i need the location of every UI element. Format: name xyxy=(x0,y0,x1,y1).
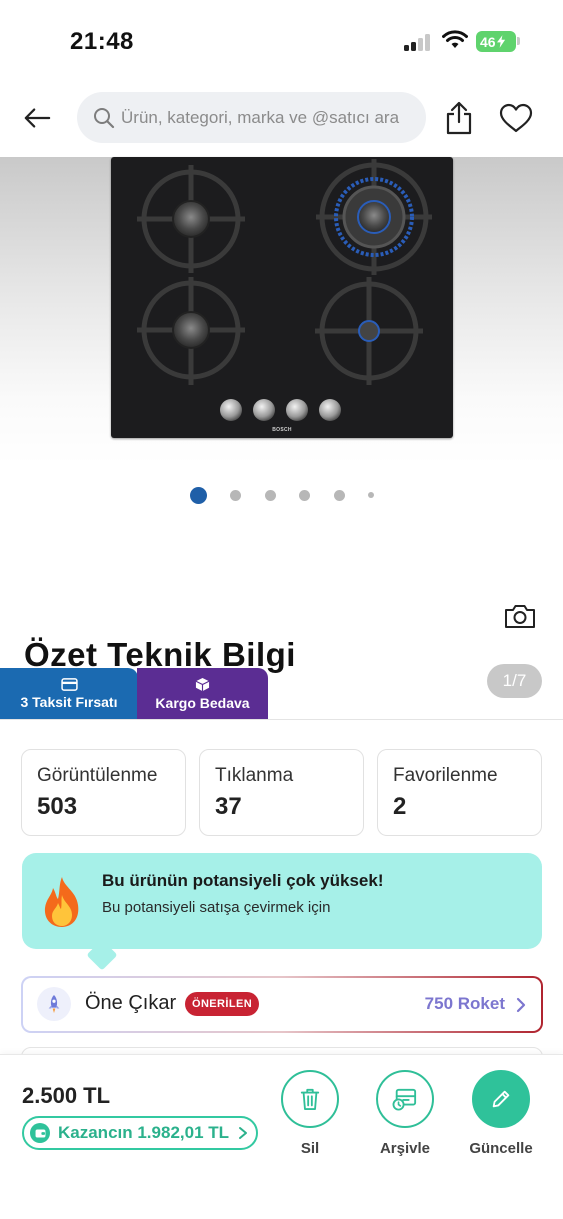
price: 2.500 TL xyxy=(22,1083,111,1108)
carousel-dots xyxy=(0,487,563,504)
delete-button[interactable]: Sil xyxy=(270,1070,350,1157)
free-shipping-label: Kargo Bedava xyxy=(155,694,250,711)
arrow-left-icon xyxy=(24,108,51,128)
stat-card-favorites: Favorilenme 2 xyxy=(377,749,542,836)
promote-button[interactable]: Öne Çıkar ÖNERİLEN 750 Roket xyxy=(21,976,543,1033)
share-icon xyxy=(446,101,472,135)
bottom-action-bar: 2.500 TL Kazancın 1.982,01 TL Sil Arşivl… xyxy=(0,1054,563,1219)
carousel-dot[interactable] xyxy=(334,490,345,501)
stat-card-clicks: Tıklanma 37 xyxy=(199,749,364,836)
installment-badge: 3 Taksit Fırsatı xyxy=(0,668,138,719)
archive-icon xyxy=(376,1070,434,1128)
carousel-dot[interactable] xyxy=(368,492,374,498)
search-bar[interactable] xyxy=(77,92,426,143)
carousel-dot[interactable] xyxy=(299,490,310,501)
pencil-icon xyxy=(472,1070,530,1128)
trash-icon xyxy=(281,1070,339,1128)
box-icon xyxy=(195,677,210,691)
product-image: BOSCH xyxy=(111,157,453,438)
earnings-label: Kazancın 1.982,01 TL xyxy=(58,1123,230,1142)
earnings-button[interactable]: Kazancın 1.982,01 TL xyxy=(22,1116,258,1150)
cellular-signal-icon xyxy=(404,33,434,51)
delete-label: Sil xyxy=(300,1140,320,1157)
camera-icon xyxy=(505,605,535,628)
chevron-right-icon xyxy=(239,1127,247,1139)
archive-label: Arşivle xyxy=(379,1140,431,1157)
rocket-icon xyxy=(37,987,71,1021)
archive-button[interactable]: Arşivle xyxy=(365,1070,445,1157)
stat-value: 37 xyxy=(215,793,242,820)
search-icon xyxy=(94,107,115,128)
camera-button[interactable] xyxy=(503,602,537,630)
carousel-dot[interactable] xyxy=(265,490,276,501)
status-bar: 21:48 46 xyxy=(0,0,563,80)
potential-banner: Bu ürünün potansiyeli çok yüksek! Bu pot… xyxy=(22,853,542,949)
fire-icon xyxy=(44,877,79,927)
heart-icon xyxy=(499,103,533,133)
installment-label: 3 Taksit Fırsatı xyxy=(20,693,118,710)
favorite-button[interactable] xyxy=(496,98,536,138)
search-input[interactable] xyxy=(121,107,421,128)
stat-value: 503 xyxy=(37,793,78,820)
wifi-icon xyxy=(442,30,468,50)
update-label: Güncelle xyxy=(469,1140,533,1157)
credit-card-icon xyxy=(60,677,78,691)
charging-bolt-icon xyxy=(496,35,505,48)
stat-value: 2 xyxy=(393,793,407,820)
brand-logo: BOSCH xyxy=(272,427,292,433)
roket-amount: 750 Roket xyxy=(424,994,505,1013)
banner-subtitle: Bu potansiyeli satışa çevirmek için xyxy=(102,899,331,916)
update-button[interactable]: Güncelle xyxy=(461,1070,541,1157)
gas-cooktop-illustration xyxy=(137,159,432,421)
divider xyxy=(0,719,563,720)
battery-level: 46 xyxy=(480,33,496,50)
battery-cap xyxy=(517,37,520,45)
wallet-icon xyxy=(30,1123,50,1143)
stat-card-views: Görüntülenme 503 xyxy=(21,749,186,836)
chevron-right-icon xyxy=(516,997,526,1013)
free-shipping-badge: Kargo Bedava xyxy=(137,668,268,719)
banner-title: Bu ürünün potansiyeli çok yüksek! xyxy=(102,871,384,890)
image-counter: 1/7 xyxy=(487,664,542,698)
status-time: 21:48 xyxy=(70,28,134,55)
back-button[interactable] xyxy=(18,99,56,137)
share-button[interactable] xyxy=(440,97,478,139)
stat-label: Favorilenme xyxy=(393,765,498,786)
battery-indicator: 46 xyxy=(476,31,516,52)
carousel-dot[interactable] xyxy=(230,490,241,501)
stat-label: Tıklanma xyxy=(215,765,294,786)
carousel-dot-active[interactable] xyxy=(190,487,207,504)
recommended-badge: ÖNERİLEN xyxy=(185,992,260,1016)
product-image-carousel[interactable]: BOSCH xyxy=(0,157,563,597)
promote-label: Öne Çıkar xyxy=(85,992,177,1014)
stat-label: Görüntülenme xyxy=(37,765,158,786)
